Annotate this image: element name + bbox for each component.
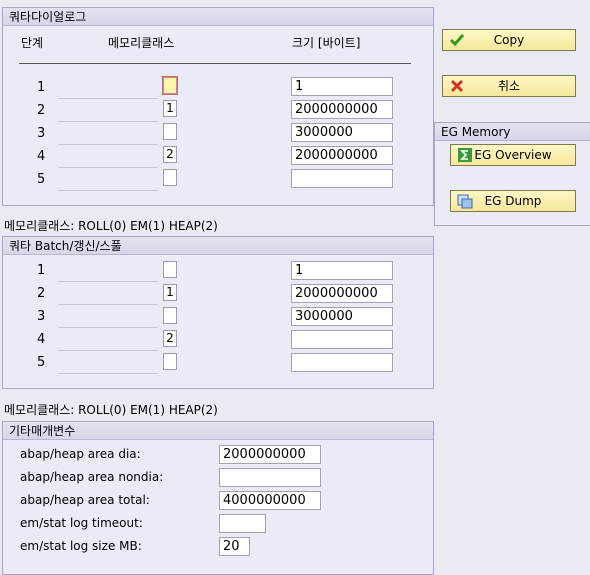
copy-button[interactable]: Copy — [442, 29, 576, 51]
param-label: abap/heap area nondia: — [20, 470, 164, 484]
quota-dialog-group: 쿼타다이얼로그 단계 메모리클래스 크기 [바이트] 1 1 2 1 20000… — [2, 7, 434, 206]
memclass-field[interactable] — [162, 76, 178, 95]
size-field[interactable]: 1 — [291, 77, 393, 96]
memclass-column-header: 메모리클래스 — [108, 36, 175, 50]
size-field[interactable]: 2000000000 — [291, 100, 393, 119]
row-divider — [58, 98, 158, 99]
header-divider — [19, 63, 411, 64]
memclass-legend: 메모리클래스: ROLL(0) EM(1) HEAP(2) — [4, 403, 218, 417]
size-field[interactable] — [291, 330, 393, 349]
eg-overview-button[interactable]: EG Overview — [450, 144, 576, 166]
group-title: 쿼타다이얼로그 — [3, 8, 433, 26]
row-divider — [58, 373, 158, 374]
step-label: 1 — [37, 80, 46, 95]
param-label: em/stat log timeout: — [20, 516, 143, 530]
eg-dump-button[interactable]: EG Dump — [450, 190, 576, 212]
row-divider — [58, 121, 158, 122]
step-label: 3 — [37, 126, 46, 141]
step-label: 3 — [37, 309, 46, 324]
step-label: 4 — [37, 149, 46, 164]
step-label: 1 — [37, 263, 46, 278]
sigma-icon — [457, 146, 473, 164]
step-label: 2 — [37, 103, 46, 118]
checkmark-icon — [449, 31, 465, 49]
group-title: 쿼타 Batch/갱신/스풀 — [3, 237, 433, 255]
memclass-field[interactable]: 1 — [163, 284, 177, 301]
heap-area-total-field[interactable]: 4000000000 — [219, 491, 321, 510]
quota-batch-group: 쿼타 Batch/갱신/스풀 1 1 2 1 2000000000 3 3000… — [2, 236, 434, 389]
size-field[interactable] — [291, 353, 393, 372]
memclass-field[interactable] — [163, 123, 177, 140]
stat-log-size-field[interactable]: 20 — [219, 537, 250, 556]
param-label: em/stat log size MB: — [20, 539, 142, 553]
memclass-legend: 메모리클래스: ROLL(0) EM(1) HEAP(2) — [4, 219, 218, 233]
eg-overview-label: EG Overview — [474, 148, 552, 162]
memclass-field[interactable] — [163, 307, 177, 324]
step-label: 2 — [37, 286, 46, 301]
size-field[interactable]: 2000000000 — [291, 146, 393, 165]
memclass-field[interactable]: 2 — [163, 330, 177, 347]
size-field[interactable]: 3000000 — [291, 307, 393, 326]
size-field[interactable]: 2000000000 — [291, 284, 393, 303]
step-label: 5 — [37, 355, 46, 370]
group-title: 기타매개변수 — [3, 422, 433, 440]
memclass-field[interactable] — [163, 261, 177, 278]
heap-area-nondia-field[interactable] — [219, 468, 321, 487]
other-params-group: 기타매개변수 abap/heap area dia: 2000000000 ab… — [2, 421, 434, 575]
size-column-header: 크기 [바이트] — [292, 36, 361, 50]
row-divider — [58, 167, 158, 168]
eg-dump-label: EG Dump — [484, 194, 542, 208]
eg-memory-title: EG Memory — [435, 123, 590, 141]
copy-button-label: Copy — [493, 33, 525, 47]
memclass-field[interactable] — [163, 353, 177, 370]
memclass-field[interactable]: 1 — [163, 100, 177, 117]
param-label: abap/heap area total: — [20, 493, 150, 507]
cancel-button[interactable]: 취소 — [442, 75, 576, 97]
step-label: 4 — [37, 332, 46, 347]
heap-area-dia-field[interactable]: 2000000000 — [219, 445, 321, 464]
row-divider — [58, 304, 158, 305]
row-divider — [58, 327, 158, 328]
dump-icon — [457, 192, 473, 210]
memclass-field[interactable] — [163, 169, 177, 186]
row-divider — [58, 190, 158, 191]
step-column-header: 단계 — [21, 36, 44, 50]
row-divider — [58, 281, 158, 282]
stat-log-timeout-field[interactable] — [219, 514, 266, 533]
cross-icon — [449, 77, 465, 95]
cancel-button-label: 취소 — [497, 79, 521, 93]
row-divider — [58, 350, 158, 351]
param-label: abap/heap area dia: — [20, 447, 141, 461]
memclass-field[interactable]: 2 — [163, 146, 177, 163]
row-divider — [58, 144, 158, 145]
step-label: 5 — [37, 172, 46, 187]
size-field[interactable]: 3000000 — [291, 123, 393, 142]
size-field[interactable]: 1 — [291, 261, 393, 280]
size-field[interactable] — [291, 169, 393, 188]
